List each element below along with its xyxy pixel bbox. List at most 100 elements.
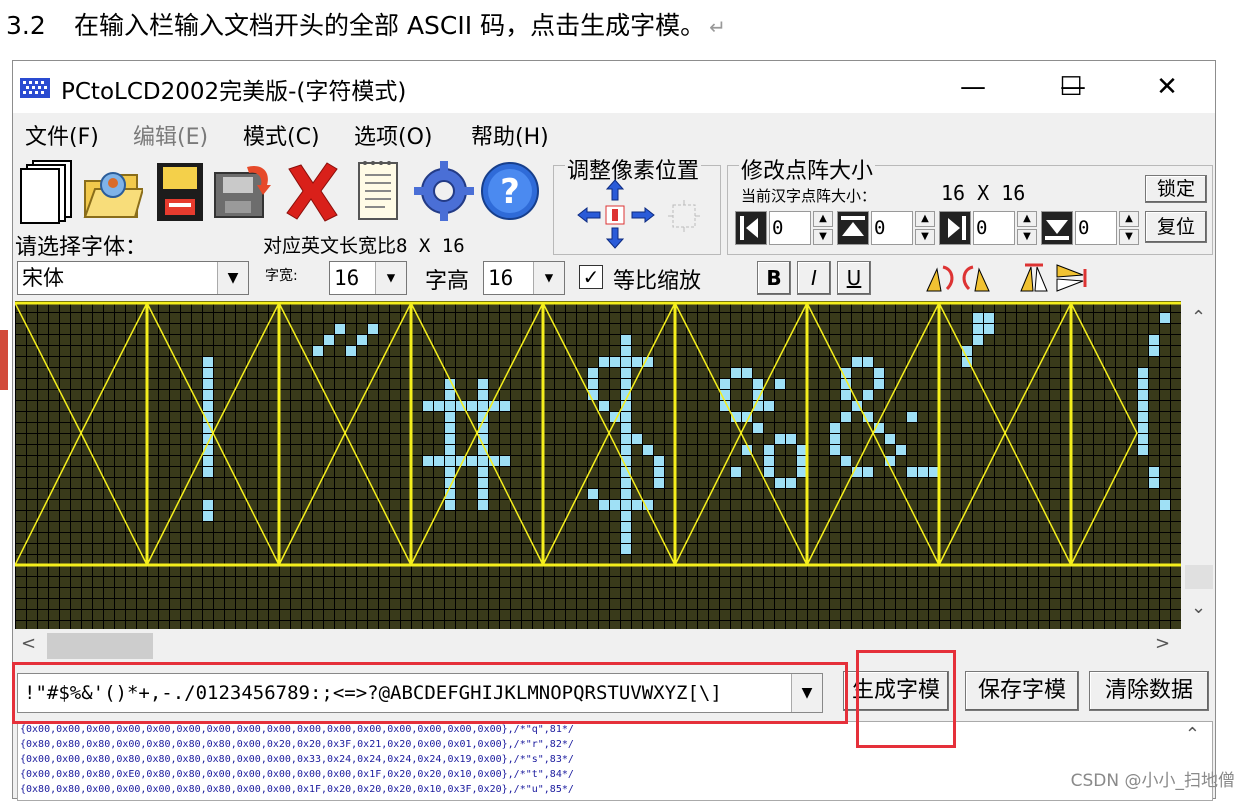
expand-bottom-icon	[1041, 211, 1073, 245]
spinner-right-up[interactable]: ▲	[1017, 211, 1037, 227]
menu-options[interactable]: 选项(O)	[354, 119, 432, 151]
current-size-value: 16 X 16	[941, 181, 1026, 205]
move-down-icon[interactable]	[606, 227, 624, 249]
spinner-bottom-down[interactable]: ▼	[1119, 229, 1139, 245]
spinner-right-value[interactable]: 0	[973, 211, 1015, 245]
reset-button[interactable]: 复位	[1145, 211, 1207, 243]
font-width-select[interactable]: 16 ▼	[329, 261, 407, 295]
font-height-select[interactable]: 16 ▼	[483, 261, 565, 295]
save-disk-icon[interactable]	[149, 157, 211, 225]
save-as-icon[interactable]	[211, 157, 273, 225]
move-left-icon[interactable]	[577, 207, 601, 223]
generate-highlight-box	[856, 650, 956, 748]
section-number: 3.2	[6, 11, 46, 40]
input-highlight-box	[12, 662, 848, 724]
settings-gear-icon[interactable]	[413, 157, 475, 225]
pixel-adjust-title: 调整像素位置	[565, 153, 702, 185]
spinner-top-value[interactable]: 0	[871, 211, 913, 245]
spinner-bottom: 0 ▲ ▼	[1041, 211, 1141, 245]
chevron-down-icon: ▼	[533, 262, 564, 294]
horizontal-scrollbar[interactable]: < >	[15, 631, 1181, 661]
underline-button[interactable]: U	[837, 261, 871, 295]
chevron-down-icon: ▼	[375, 262, 406, 294]
scroll-up-icon[interactable]: ⌃	[1191, 307, 1206, 328]
spinner-right-down[interactable]: ▼	[1017, 229, 1037, 245]
close-button[interactable]: ✕	[1137, 65, 1197, 109]
font-width-value: 16	[334, 266, 360, 290]
rotate-right-icon[interactable]	[959, 261, 993, 295]
scroll-left-icon[interactable]: <	[21, 633, 36, 654]
delete-x-icon[interactable]	[281, 157, 343, 225]
font-name-value: 宋体	[22, 266, 64, 290]
invert-selection-icon[interactable]	[667, 199, 701, 233]
english-ratio-text: 对应英文长宽比	[263, 235, 397, 257]
font-select-label: 请选择字体：	[15, 235, 148, 260]
output-scroll-up-icon[interactable]: ⌃	[1185, 724, 1200, 745]
glyph-preview	[15, 301, 1181, 567]
help-question-icon[interactable]: ?	[479, 157, 541, 225]
expand-left-icon	[735, 211, 767, 245]
expand-right-icon	[939, 211, 971, 245]
clear-data-button[interactable]: 清除数据	[1089, 671, 1209, 711]
italic-button[interactable]: I	[797, 261, 831, 295]
spinner-bottom-up[interactable]: ▲	[1119, 211, 1139, 227]
spinner-top: 0 ▲ ▼	[837, 211, 937, 245]
output-line: {0x80,0x80,0x80,0x00,0x80,0x80,0x80,0x00…	[20, 739, 574, 750]
scroll-down-icon[interactable]: ⌄	[1191, 597, 1206, 618]
menu-edit[interactable]: 编辑(E)	[133, 119, 208, 151]
flip-vertical-icon[interactable]	[1053, 261, 1087, 295]
english-ratio-value: 8 X 16	[396, 235, 465, 257]
output-line: {0x00,0x00,0x80,0x80,0x80,0x80,0x80,0x00…	[20, 754, 574, 765]
move-up-icon[interactable]	[606, 179, 624, 201]
font-height-value: 16	[488, 266, 514, 290]
window-title: PCtoLCD2002完美版-(字符模式)	[61, 79, 407, 105]
horizontal-scroll-thumb[interactable]	[47, 633, 153, 659]
spinner-top-up[interactable]: ▲	[915, 211, 935, 227]
menu-mode[interactable]: 模式(C)	[243, 119, 320, 151]
spinner-right: 0 ▲ ▼	[939, 211, 1039, 245]
proportional-label: 等比缩放	[613, 269, 702, 294]
chevron-down-icon: ▼	[217, 262, 248, 294]
flip-horizontal-icon[interactable]	[1017, 261, 1051, 295]
vertical-scroll-thumb[interactable]	[1185, 565, 1213, 589]
watermark: CSDN @小小_扫地僧	[1070, 771, 1235, 791]
current-size-label: 当前汉字点阵大小：	[741, 187, 877, 205]
move-right-icon[interactable]	[631, 207, 655, 223]
dot-matrix-canvas[interactable]	[15, 301, 1181, 629]
proportional-checkbox[interactable]: ✓	[579, 265, 603, 289]
new-file-icon[interactable]	[17, 157, 79, 225]
output-line: {0x80,0x80,0x00,0x00,0x00,0x80,0x80,0x00…	[20, 784, 574, 795]
spinner-left-up[interactable]: ▲	[813, 211, 833, 227]
scroll-right-icon[interactable]: >	[1155, 633, 1170, 654]
app-icon	[20, 78, 50, 98]
return-mark: ↵	[709, 15, 726, 39]
title-bar: PCtoLCD2002完美版-(字符模式) — — ☐ ✕	[13, 61, 1215, 113]
spinner-left-down[interactable]: ▼	[813, 229, 833, 245]
font-height-label: 字高	[425, 269, 470, 294]
maximize-button[interactable]: ☐	[1041, 65, 1101, 109]
font-width-label: 字宽:	[265, 268, 298, 284]
vertical-scrollbar[interactable]: ⌃ ⌄	[1183, 301, 1215, 629]
output-text-area[interactable]: {0x00,0x00,0x00,0x00,0x00,0x00,0x00,0x00…	[17, 721, 1213, 801]
spinner-left: 0 ▲ ▼	[735, 211, 835, 245]
open-folder-icon[interactable]	[81, 157, 143, 225]
center-icon[interactable]	[605, 205, 625, 225]
left-edge-mark	[0, 330, 8, 390]
notepad-icon[interactable]	[347, 157, 409, 225]
spinner-bottom-value[interactable]: 0	[1075, 211, 1117, 245]
menu-file[interactable]: 文件(F)	[25, 119, 99, 151]
english-ratio-label: 对应英文长宽比8 X 16	[263, 231, 465, 258]
font-name-select[interactable]: 宋体 ▼	[17, 261, 249, 295]
spinner-top-down[interactable]: ▼	[915, 229, 935, 245]
output-line: {0x00,0x00,0x00,0x00,0x00,0x00,0x00,0x00…	[20, 724, 574, 735]
expand-top-icon	[837, 211, 869, 245]
menu-help[interactable]: 帮助(H)	[471, 119, 549, 151]
bold-button[interactable]: B	[757, 261, 791, 295]
spinner-left-value[interactable]: 0	[769, 211, 811, 245]
lock-button[interactable]: 锁定	[1145, 175, 1207, 203]
save-font-button[interactable]: 保存字模	[965, 671, 1079, 711]
help-glyph: ?	[500, 172, 520, 212]
output-line: {0x00,0x80,0x80,0xE0,0x80,0x80,0x00,0x00…	[20, 769, 574, 780]
rotate-left-icon[interactable]	[923, 261, 957, 295]
minimize-button-2[interactable]: —	[943, 65, 1003, 109]
